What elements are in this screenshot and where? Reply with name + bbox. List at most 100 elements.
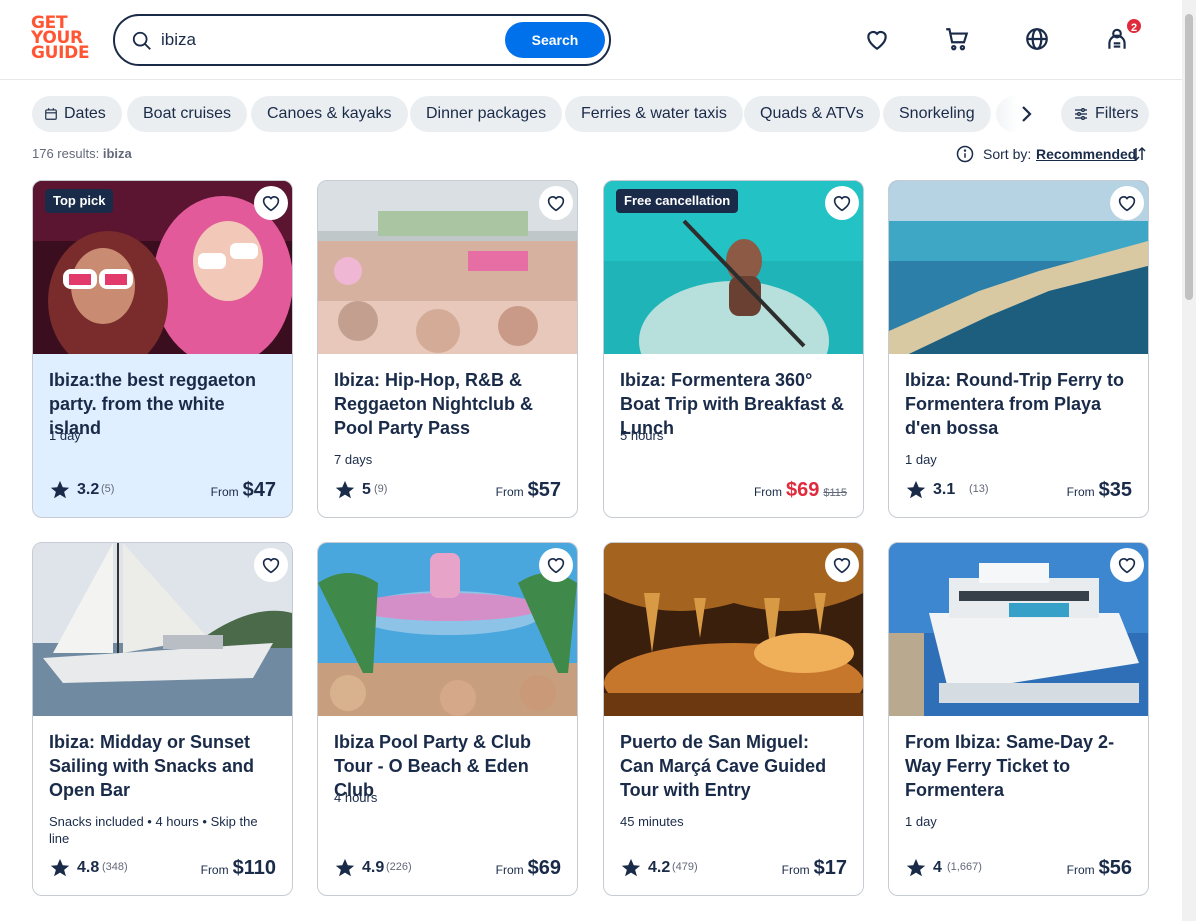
- sort-label: Sort by:: [983, 146, 1032, 162]
- heart-icon: [262, 558, 280, 574]
- card-title[interactable]: From Ibiza: Same-Day 2-Way Ferry Ticket …: [905, 730, 1130, 802]
- heart-icon[interactable]: [864, 26, 890, 52]
- star-icon: [50, 858, 70, 877]
- heart-icon: [833, 558, 851, 574]
- card-image[interactable]: [33, 543, 292, 716]
- card-meta: 1 day: [49, 428, 81, 443]
- chip-ferries[interactable]: Ferries & water taxis: [565, 96, 743, 132]
- island-image: [889, 181, 1148, 354]
- price-from: From: [1066, 485, 1095, 499]
- card-image[interactable]: [318, 181, 577, 354]
- rating-value: 4.9: [362, 859, 385, 876]
- wishlist-button[interactable]: [539, 548, 573, 582]
- price-amount: $57: [527, 479, 561, 501]
- price-from: From: [200, 863, 229, 877]
- card-meta: 4 hours: [334, 790, 378, 805]
- price-amount: $56: [1098, 857, 1132, 879]
- header: GET YOUR GUIDE Search 2: [0, 0, 1182, 80]
- activity-card[interactable]: Puerto de San Miguel: Can Marçá Cave Gui…: [603, 542, 864, 896]
- wishlist-button[interactable]: [539, 186, 573, 220]
- rating-value: 5: [362, 481, 371, 498]
- rating-count: (479): [672, 861, 698, 873]
- cart-icon[interactable]: [944, 26, 970, 52]
- card-title[interactable]: Puerto de San Miguel: Can Marçá Cave Gui…: [620, 730, 845, 802]
- price-from: From: [495, 485, 524, 499]
- card-meta: 5 hours: [620, 428, 664, 443]
- chip-dinner-packages[interactable]: Dinner packages: [410, 96, 563, 132]
- wishlist-button[interactable]: [1110, 548, 1144, 582]
- card-price: From $17: [782, 857, 847, 881]
- sailboat-image: [33, 543, 292, 716]
- rating-count: (348): [102, 861, 128, 873]
- heart-icon: [1118, 196, 1136, 212]
- results-count-text: 176 results:: [32, 146, 100, 161]
- beach-club-image: [318, 543, 577, 716]
- wishlist-button[interactable]: [825, 548, 859, 582]
- scrollbar[interactable]: [1182, 0, 1196, 921]
- chevron-right-icon[interactable]: [1014, 102, 1038, 126]
- activity-card[interactable]: Ibiza: Hip-Hop, R&B & Reggaeton Nightclu…: [317, 180, 578, 518]
- star-icon: [621, 858, 641, 877]
- rating-count: (13): [969, 483, 989, 495]
- results-query: ibiza: [102, 146, 132, 161]
- sort-arrows-icon[interactable]: [1130, 145, 1148, 163]
- filters-label: Filters: [1095, 105, 1139, 122]
- card-image[interactable]: [889, 181, 1148, 354]
- price-from: From: [753, 485, 782, 499]
- rating-value: 3.1: [933, 481, 956, 498]
- wishlist-button[interactable]: [825, 186, 859, 220]
- rating-value: 4.2: [648, 859, 671, 876]
- card-title[interactable]: Ibiza: Hip-Hop, R&B & Reggaeton Nightclu…: [334, 368, 559, 440]
- card-price: From $57: [496, 479, 561, 503]
- activity-card[interactable]: Ibiza Pool Party & Club Tour - O Beach &…: [317, 542, 578, 896]
- chip-boat-cruises[interactable]: Boat cruises: [127, 96, 248, 132]
- card-meta: Snacks included • 4 hours • Skip the lin…: [49, 814, 258, 846]
- sort-value[interactable]: Recommended: [1036, 146, 1136, 162]
- pool-party-image: [318, 181, 577, 354]
- search-button[interactable]: Search: [505, 22, 605, 58]
- card-title[interactable]: Ibiza: Midday or Sunset Sailing with Sna…: [49, 730, 274, 802]
- rating-value: 4: [933, 859, 942, 876]
- card-tag: Top pick: [45, 189, 114, 213]
- activity-card[interactable]: Free cancellation Ibiza: Formentera 360°…: [603, 180, 864, 518]
- filters-button[interactable]: Filters: [1061, 96, 1149, 132]
- chip-label: Canoes & kayaks: [267, 105, 392, 122]
- globe-icon[interactable]: [1024, 26, 1050, 52]
- rating-value: 4.8: [77, 859, 100, 876]
- search-input[interactable]: [161, 26, 501, 54]
- wishlist-button[interactable]: [254, 186, 288, 220]
- calendar-icon: [45, 108, 57, 120]
- price-amount: $69: [785, 479, 820, 501]
- heart-icon: [262, 196, 280, 212]
- chip-quads[interactable]: Quads & ATVs: [744, 96, 880, 132]
- rating-count: (226): [386, 861, 412, 873]
- card-meta: 1 day: [905, 452, 937, 467]
- activity-card[interactable]: From Ibiza: Same-Day 2-Way Ferry Ticket …: [888, 542, 1149, 896]
- card-image[interactable]: [318, 543, 577, 716]
- activity-card[interactable]: Ibiza: Round-Trip Ferry to Formentera fr…: [888, 180, 1149, 518]
- card-image[interactable]: [889, 543, 1148, 716]
- card-price: From $69 $115: [754, 479, 847, 503]
- heart-icon: [833, 196, 851, 212]
- wishlist-button[interactable]: [1110, 186, 1144, 220]
- card-meta: 7 days: [334, 452, 373, 467]
- star-icon: [335, 858, 355, 877]
- card-title[interactable]: Ibiza: Round-Trip Ferry to Formentera fr…: [905, 368, 1130, 440]
- scrollbar-thumb[interactable]: [1185, 14, 1193, 300]
- wishlist-button[interactable]: [254, 548, 288, 582]
- price-from: From: [781, 863, 810, 877]
- price-amount: $69: [527, 857, 561, 879]
- heart-icon: [547, 558, 565, 574]
- chip-dates[interactable]: Dates: [32, 96, 122, 132]
- price-from: From: [1066, 863, 1095, 877]
- logo[interactable]: GET YOUR GUIDE: [31, 15, 91, 64]
- activity-card[interactable]: Ibiza: Midday or Sunset Sailing with Sna…: [32, 542, 293, 896]
- chip-snorkeling[interactable]: Snorkeling: [883, 96, 991, 132]
- category-chips: Dates Boat cruises Canoes & kayaks Dinne…: [32, 96, 1052, 132]
- card-price: From $56: [1067, 857, 1132, 881]
- card-image[interactable]: [604, 543, 863, 716]
- chip-label: Dates: [64, 105, 106, 122]
- info-icon[interactable]: [956, 145, 974, 163]
- activity-card[interactable]: Top pick Ibiza:the best reggaeton party.…: [32, 180, 293, 518]
- chip-canoes-kayaks[interactable]: Canoes & kayaks: [251, 96, 408, 132]
